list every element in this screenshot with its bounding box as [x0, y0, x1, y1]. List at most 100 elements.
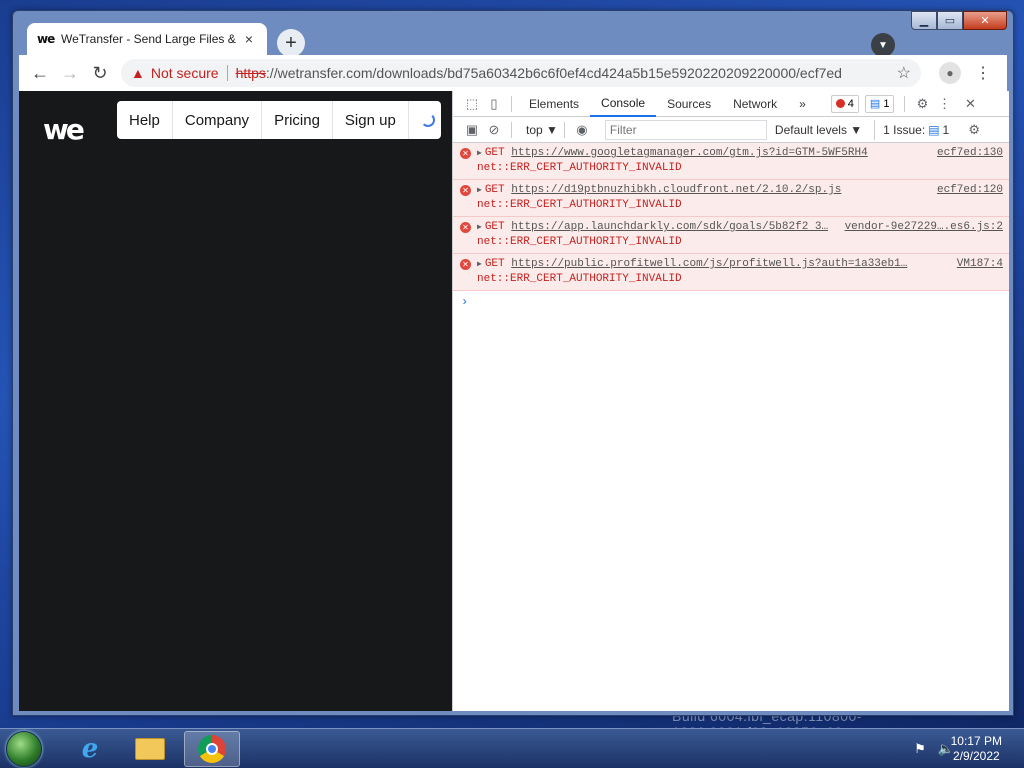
console-settings-gear-icon[interactable]: ⚙ — [963, 122, 985, 138]
tab-network[interactable]: Network — [722, 91, 788, 117]
tab-title: WeTransfer - Send Large Files & — [61, 32, 236, 46]
source-link[interactable]: ecf7ed:130 — [929, 146, 1003, 161]
devtools-panel: ⬚ ▯ Elements Console Sources Network » 4… — [452, 91, 1009, 711]
omnibox-divider — [226, 65, 228, 81]
forward-button[interactable]: → — [55, 58, 85, 88]
not-secure-label[interactable]: Not secure — [151, 65, 219, 81]
log-levels-select[interactable]: Default levels ▼ — [775, 123, 862, 137]
browser-toolbar: ← → ↻ ▲ Not secure https ://wetransfer.c… — [19, 55, 1007, 91]
issue-message-icon: ▤ — [928, 122, 940, 137]
back-button[interactable]: ← — [25, 58, 55, 88]
console-filter-input[interactable] — [604, 119, 767, 140]
tab-sources[interactable]: Sources — [656, 91, 722, 117]
devtools-divider — [904, 95, 906, 112]
nav-sign-up[interactable]: Sign up — [333, 101, 409, 139]
url-scheme: https — [235, 65, 266, 81]
error-icon: ✕ — [460, 222, 471, 233]
tab-strip: we WeTransfer - Send Large Files & × + ▼ — [19, 19, 1007, 57]
issues-button[interactable]: 1 Issue: ▤ 1 — [874, 119, 950, 140]
start-button[interactable] — [6, 731, 42, 767]
nav-company[interactable]: Company — [173, 101, 263, 139]
request-url-link[interactable]: https://d19ptbnuzhibkh.cloudfront.net/2.… — [511, 183, 841, 198]
tab-elements[interactable]: Elements — [518, 91, 590, 117]
close-devtools-icon[interactable]: ✕ — [959, 96, 981, 112]
devtools-divider — [511, 95, 512, 112]
taskbar-internet-explorer[interactable]: e — [62, 731, 118, 767]
reload-button[interactable]: ↻ — [85, 58, 115, 88]
internet-explorer-icon: e — [81, 734, 99, 764]
console-error-row[interactable]: ✕ ▶ GET https://www.googletagmanager.com… — [453, 143, 1009, 180]
issues-label: 1 Issue: — [883, 122, 926, 137]
action-center-flag-icon[interactable]: ⚑ — [914, 741, 926, 757]
more-tabs-icon[interactable]: » — [788, 91, 817, 117]
error-text: net::ERR_CERT_AUTHORITY_INVALID — [477, 273, 682, 285]
error-icon: ✕ — [460, 148, 471, 159]
source-link[interactable]: ecf7ed:120 — [929, 183, 1003, 198]
nav-pricing[interactable]: Pricing — [262, 101, 333, 139]
console-error-row[interactable]: ✕ ▶ GET https://app.launchdarkly.com/sdk… — [453, 217, 1009, 254]
device-toolbar-icon[interactable]: ▯ — [483, 96, 505, 112]
loading-spinner-icon — [420, 113, 435, 127]
system-tray: ⚑ 🔈 — [914, 741, 954, 757]
devtools-menu-icon[interactable]: ⋮ — [933, 96, 955, 112]
message-count-badge[interactable]: ▤ 1 — [864, 94, 895, 113]
browser-menu-icon[interactable]: ⋮ — [975, 63, 991, 83]
new-tab-button[interactable]: + — [277, 29, 305, 57]
message-count: 1 — [883, 97, 890, 110]
request-method: GET — [484, 184, 505, 196]
folder-icon — [135, 738, 165, 760]
clear-console-icon[interactable]: ⊘ — [483, 122, 505, 138]
browser-tab[interactable]: we WeTransfer - Send Large Files & × — [27, 23, 267, 55]
tab-console[interactable]: Console — [590, 91, 657, 117]
web-page: we Help Company Pricing Sign up — [19, 91, 452, 711]
error-icon — [835, 99, 845, 108]
live-expression-eye-icon[interactable]: ◉ — [571, 122, 593, 138]
expand-caret-icon[interactable]: ▶ — [477, 220, 482, 235]
error-icon: ✕ — [460, 259, 471, 270]
expand-caret-icon[interactable]: ▶ — [477, 146, 482, 161]
tab-close-icon[interactable]: × — [241, 31, 257, 47]
devtools-divider — [563, 121, 565, 138]
wetransfer-logo[interactable]: we — [43, 113, 85, 146]
request-url-link[interactable]: https://public.profitwell.com/js/profitw… — [511, 257, 907, 272]
wetransfer-favicon-icon: we — [37, 32, 55, 46]
bookmark-star-icon[interactable]: ☆ — [897, 63, 911, 83]
sidebar-toggle-icon[interactable]: ▣ — [461, 122, 483, 138]
inspect-element-icon[interactable]: ⬚ — [461, 96, 483, 112]
console-filterbar: ▣ ⊘ top ▼ ◉ Default levels ▼ 1 Issue: ▤ … — [453, 117, 1009, 143]
taskbar-chrome[interactable] — [184, 731, 240, 767]
address-bar[interactable]: ▲ Not secure https ://wetransfer.com/dow… — [121, 59, 921, 87]
chrome-icon — [198, 735, 226, 763]
error-icon: ✕ — [460, 185, 471, 196]
clock-time: 10:17 PM — [950, 734, 1002, 748]
console-error-row[interactable]: ✕ ▶ GET https://public.profitwell.com/js… — [453, 254, 1009, 291]
error-text: net::ERR_CERT_AUTHORITY_INVALID — [477, 199, 682, 211]
console-messages: ✕ ▶ GET https://www.googletagmanager.com… — [453, 143, 1009, 313]
browser-window: ▁ ▭ ✕ we WeTransfer - Send Large Files &… — [12, 10, 1014, 716]
taskbar-clock[interactable]: 10:17 PM 2/9/2022 — [951, 734, 1002, 764]
context-select[interactable]: top ▼ — [526, 123, 558, 137]
taskbar: e ⚑ 🔈 10:17 PM 2/9/2022 — [0, 728, 1024, 768]
error-text: net::ERR_CERT_AUTHORITY_INVALID — [477, 162, 682, 174]
source-link[interactable]: vendor-9e27229….es6.js:2 — [837, 220, 1003, 235]
error-text: net::ERR_CERT_AUTHORITY_INVALID — [477, 236, 682, 248]
source-link[interactable]: VM187:4 — [949, 257, 1003, 272]
request-url-link[interactable]: https://www.googletagmanager.com/gtm.js?… — [511, 146, 867, 161]
request-method: GET — [484, 258, 505, 270]
error-count: 4 — [847, 97, 854, 110]
issues-count: 1 — [942, 122, 950, 137]
taskbar-file-explorer[interactable] — [122, 731, 178, 767]
site-nav: Help Company Pricing Sign up — [117, 101, 441, 139]
error-count-badge[interactable]: 4 — [830, 94, 859, 113]
console-prompt[interactable]: › — [453, 291, 1009, 313]
nav-help[interactable]: Help — [117, 101, 173, 139]
expand-caret-icon[interactable]: ▶ — [477, 257, 482, 272]
request-method: GET — [484, 147, 505, 159]
request-url-link[interactable]: https://app.launchdarkly.com/sdk/goals/5… — [511, 220, 828, 235]
tab-search-icon[interactable]: ▼ — [871, 33, 895, 57]
profile-avatar-icon[interactable]: ● — [939, 62, 961, 84]
expand-caret-icon[interactable]: ▶ — [477, 183, 482, 198]
settings-gear-icon[interactable]: ⚙ — [911, 96, 933, 112]
url-text: ://wetransfer.com/downloads/bd75a60342b6… — [265, 65, 842, 81]
console-error-row[interactable]: ✕ ▶ GET https://d19ptbnuzhibkh.cloudfron… — [453, 180, 1009, 217]
